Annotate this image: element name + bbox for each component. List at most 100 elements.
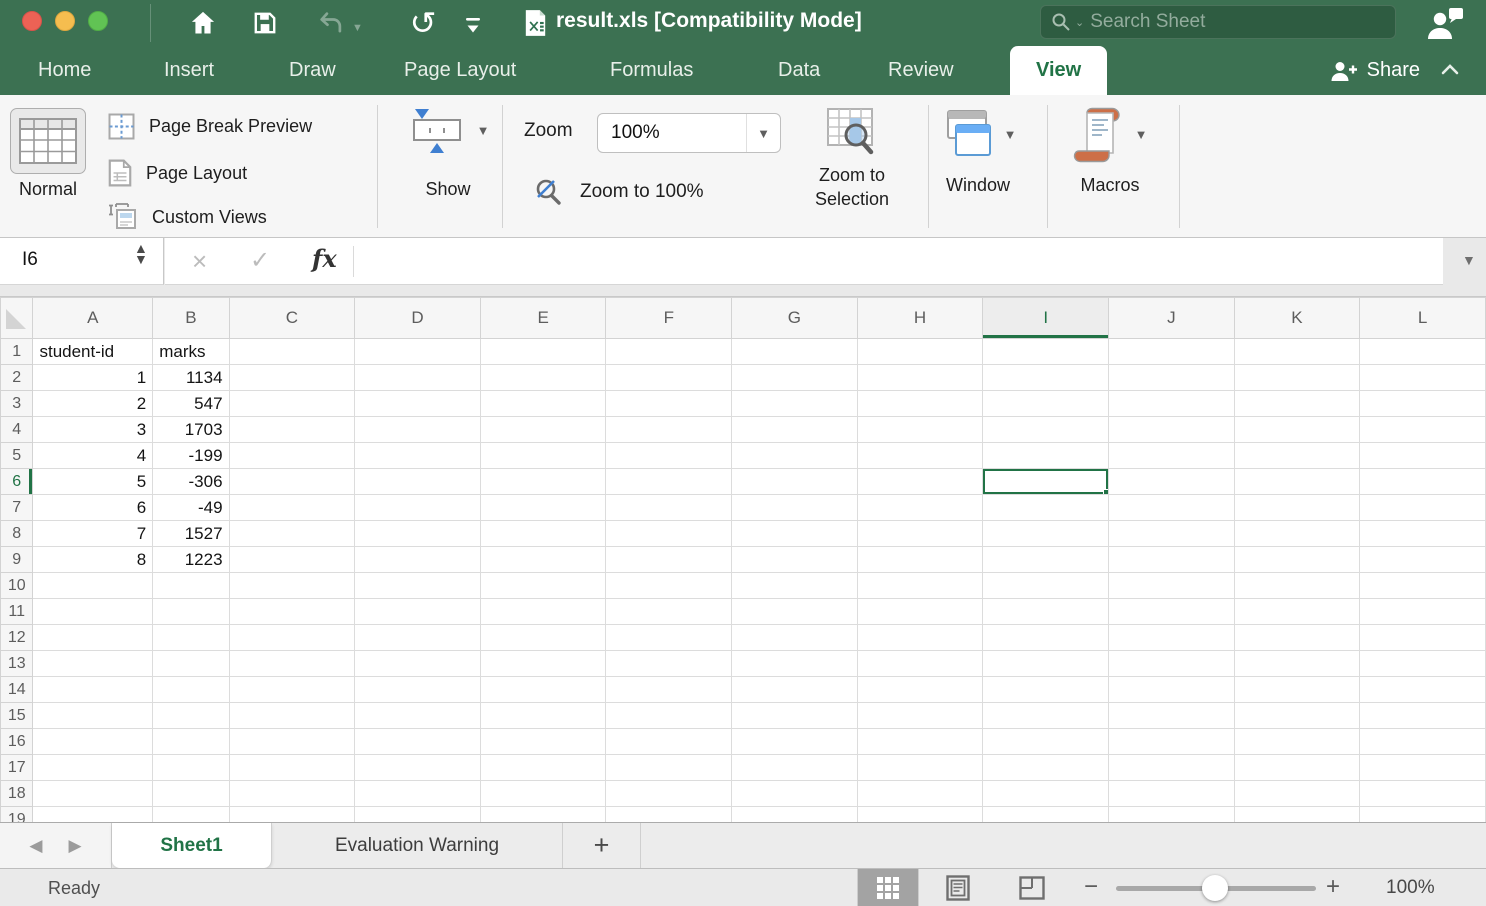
cell-L14[interactable]: [1360, 677, 1486, 703]
cell-F19[interactable]: [606, 807, 732, 823]
cell-G18[interactable]: [732, 781, 858, 807]
cell-H14[interactable]: [857, 677, 983, 703]
cell-E15[interactable]: [480, 703, 606, 729]
cell-A10[interactable]: [33, 573, 153, 599]
save-button[interactable]: [250, 8, 280, 38]
zoom-slider-thumb[interactable]: [1202, 875, 1228, 901]
cell-G5[interactable]: [732, 443, 858, 469]
row-header-19[interactable]: 19: [1, 807, 33, 823]
cell-J7[interactable]: [1109, 495, 1235, 521]
cell-C8[interactable]: [229, 521, 355, 547]
row-header-16[interactable]: 16: [1, 729, 33, 755]
cell-L8[interactable]: [1360, 521, 1486, 547]
undo-button[interactable]: [316, 8, 346, 38]
cell-D2[interactable]: [355, 365, 481, 391]
cell-D3[interactable]: [355, 391, 481, 417]
cell-J1[interactable]: [1109, 339, 1235, 365]
cell-K3[interactable]: [1234, 391, 1360, 417]
sheet-tab-evaluation-warning[interactable]: Evaluation Warning: [272, 823, 563, 868]
cell-D14[interactable]: [355, 677, 481, 703]
cell-B2[interactable]: 1134: [153, 365, 229, 391]
cell-H16[interactable]: [857, 729, 983, 755]
cell-E17[interactable]: [480, 755, 606, 781]
cell-F9[interactable]: [606, 547, 732, 573]
cell-A5[interactable]: 4: [33, 443, 153, 469]
cell-H10[interactable]: [857, 573, 983, 599]
cell-J5[interactable]: [1109, 443, 1235, 469]
cell-A14[interactable]: [33, 677, 153, 703]
cell-H1[interactable]: [857, 339, 983, 365]
search-sheet-input[interactable]: ⌄ Search Sheet: [1040, 5, 1396, 39]
cell-I8[interactable]: [983, 521, 1109, 547]
cell-B17[interactable]: [153, 755, 229, 781]
cell-F15[interactable]: [606, 703, 732, 729]
cell-H3[interactable]: [857, 391, 983, 417]
cell-K19[interactable]: [1234, 807, 1360, 823]
cell-G4[interactable]: [732, 417, 858, 443]
cell-L10[interactable]: [1360, 573, 1486, 599]
cell-I18[interactable]: [983, 781, 1109, 807]
cell-F1[interactable]: [606, 339, 732, 365]
cell-J4[interactable]: [1109, 417, 1235, 443]
cell-G1[interactable]: [732, 339, 858, 365]
cell-L16[interactable]: [1360, 729, 1486, 755]
cell-I12[interactable]: [983, 625, 1109, 651]
cell-G16[interactable]: [732, 729, 858, 755]
toolbar-overflow-button[interactable]: [458, 10, 488, 40]
cell-L7[interactable]: [1360, 495, 1486, 521]
cell-A6[interactable]: 5: [33, 469, 153, 495]
macros-dropdown-arrow[interactable]: ▼: [1135, 127, 1148, 142]
cell-K1[interactable]: [1234, 339, 1360, 365]
cell-K17[interactable]: [1234, 755, 1360, 781]
cell-K15[interactable]: [1234, 703, 1360, 729]
cell-A8[interactable]: 7: [33, 521, 153, 547]
name-box[interactable]: I6 ▲▼: [0, 238, 164, 285]
select-all-corner[interactable]: [1, 298, 33, 339]
share-button[interactable]: Share: [1329, 46, 1420, 95]
fill-handle[interactable]: [1103, 489, 1109, 495]
cell-H18[interactable]: [857, 781, 983, 807]
cell-G11[interactable]: [732, 599, 858, 625]
cell-C5[interactable]: [229, 443, 355, 469]
cell-F11[interactable]: [606, 599, 732, 625]
cell-E6[interactable]: [480, 469, 606, 495]
cell-L9[interactable]: [1360, 547, 1486, 573]
cell-J12[interactable]: [1109, 625, 1235, 651]
cell-K6[interactable]: [1234, 469, 1360, 495]
cell-I16[interactable]: [983, 729, 1109, 755]
cell-D8[interactable]: [355, 521, 481, 547]
cell-K7[interactable]: [1234, 495, 1360, 521]
tab-page-layout[interactable]: Page Layout: [404, 46, 516, 95]
cell-C18[interactable]: [229, 781, 355, 807]
cell-B9[interactable]: 1223: [153, 547, 229, 573]
row-header-14[interactable]: 14: [1, 677, 33, 703]
cell-I4[interactable]: [983, 417, 1109, 443]
cell-H17[interactable]: [857, 755, 983, 781]
column-header-J[interactable]: J: [1109, 298, 1235, 339]
cell-A18[interactable]: [33, 781, 153, 807]
cell-E14[interactable]: [480, 677, 606, 703]
cell-J19[interactable]: [1109, 807, 1235, 823]
cell-J3[interactable]: [1109, 391, 1235, 417]
cell-L19[interactable]: [1360, 807, 1486, 823]
tab-data[interactable]: Data: [778, 46, 820, 95]
cell-J16[interactable]: [1109, 729, 1235, 755]
next-sheet-button[interactable]: ▶: [69, 836, 82, 856]
cell-B11[interactable]: [153, 599, 229, 625]
row-header-12[interactable]: 12: [1, 625, 33, 651]
column-header-D[interactable]: D: [355, 298, 481, 339]
cell-F3[interactable]: [606, 391, 732, 417]
cell-D16[interactable]: [355, 729, 481, 755]
row-header-9[interactable]: 9: [1, 547, 33, 573]
tab-view[interactable]: View: [1010, 46, 1107, 95]
cell-G7[interactable]: [732, 495, 858, 521]
previous-sheet-button[interactable]: ◀: [29, 836, 42, 856]
cell-A15[interactable]: [33, 703, 153, 729]
cell-K8[interactable]: [1234, 521, 1360, 547]
expand-formula-bar-arrow[interactable]: ▼: [1462, 252, 1476, 268]
search-scope-chevron-icon[interactable]: ⌄: [1075, 16, 1084, 29]
cell-H11[interactable]: [857, 599, 983, 625]
column-header-G[interactable]: G: [732, 298, 858, 339]
cell-E7[interactable]: [480, 495, 606, 521]
cell-H13[interactable]: [857, 651, 983, 677]
